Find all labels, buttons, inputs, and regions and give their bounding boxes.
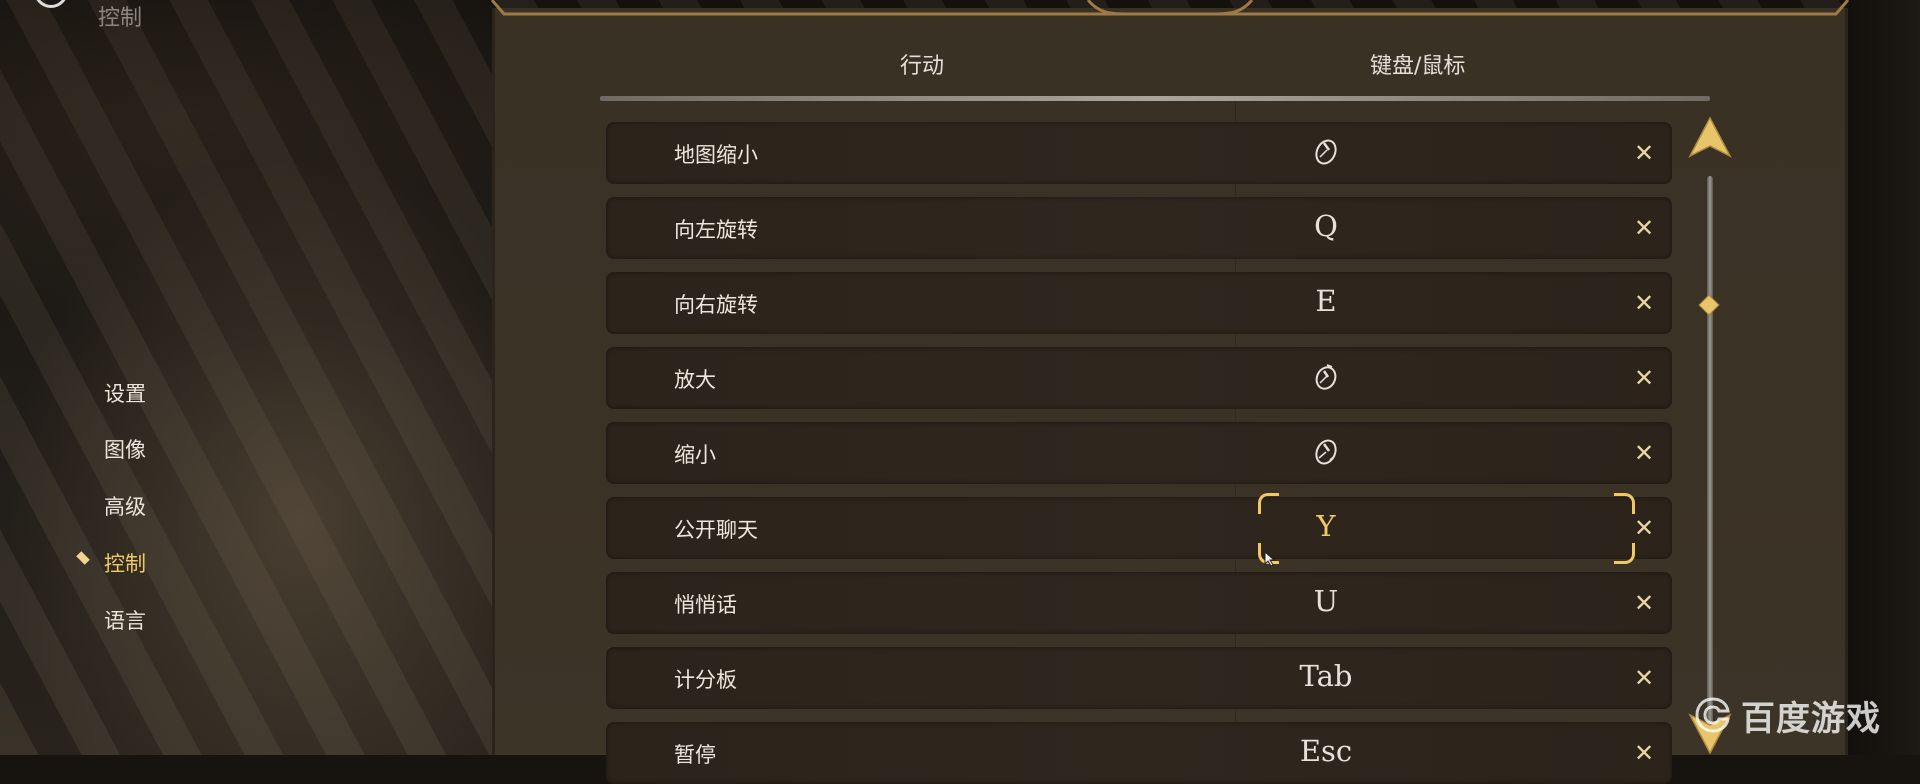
column-header-action: 行动 [900,54,945,79]
keybind-row-pause[interactable]: 暂停 Esc ✕ [606,722,1672,784]
key-label: Tab [1299,659,1353,693]
row-action-label: 向右旋转 [674,293,758,317]
column-header-binding: 键盘/鼠标 [1370,54,1466,79]
clear-binding-button[interactable]: ✕ [1629,663,1659,693]
clear-binding-button[interactable]: ✕ [1629,513,1659,543]
mouse-scroll-icon [1315,139,1337,165]
scrollbar-thumb[interactable] [1698,294,1720,316]
keybind-row-zoom-out[interactable]: 缩小 ✕ [606,422,1672,484]
row-action-label: 悄悄话 [674,593,737,617]
clear-binding-button[interactable]: ✕ [1629,588,1659,618]
keybind-slot[interactable] [1246,422,1406,484]
keybind-row-scoreboard[interactable]: 计分板 Tab ✕ [606,647,1672,709]
clear-binding-button[interactable]: ✕ [1629,363,1659,393]
clear-binding-button[interactable]: ✕ [1629,438,1659,468]
keybind-slot[interactable]: Esc [1246,722,1406,784]
watermark: 百度游戏 [1693,692,1881,739]
row-action-label: 暂停 [674,743,716,767]
watermark-logo-icon [1695,697,1730,733]
clear-binding-button[interactable]: ✕ [1629,213,1659,243]
header-divider [600,96,1710,101]
selection-corner-icon [1258,493,1279,514]
watermark-text: 百度游戏 [1741,698,1881,739]
mouse-scroll-up-icon [1315,364,1337,390]
selection-corner-icon [1614,493,1635,514]
key-label: Y [1316,509,1336,543]
page-title: 控制 [98,6,143,31]
nav-item-advanced[interactable]: 高级 [104,491,146,521]
row-action-label: 地图缩小 [674,143,758,167]
keybind-slot[interactable] [1246,347,1406,409]
key-label: Esc [1299,734,1353,768]
mouse-scroll-down-icon [1315,439,1337,465]
keybind-slot[interactable] [1246,122,1406,184]
keybind-row-rotate-left[interactable]: 向左旋转 Q ✕ [606,197,1672,259]
nav-item-graphics[interactable]: 图像 [104,434,146,464]
keybind-slot[interactable]: Q [1246,197,1406,259]
scroll-up-arrow-icon[interactable] [1688,116,1732,158]
row-action-label: 公开聊天 [674,518,758,542]
nav-item-controls[interactable]: 控制 [104,548,146,578]
keybind-row-rotate-right[interactable]: 向右旋转 E ✕ [606,272,1672,334]
row-action-label: 放大 [674,368,716,392]
selection-corner-icon [1614,543,1635,564]
row-action-label: 向左旋转 [674,218,758,242]
keybind-slot[interactable]: Tab [1246,647,1406,709]
row-action-label: 缩小 [674,443,716,467]
keybind-slot[interactable]: E [1246,272,1406,334]
nav-item-language[interactable]: 语言 [104,605,146,635]
nav-item-settings[interactable]: 设置 [104,378,146,408]
background-right-edge [1848,0,1920,755]
clear-binding-button[interactable]: ✕ [1629,738,1659,768]
key-label: U [1313,584,1339,618]
key-label: Q [1314,209,1338,243]
clear-binding-button[interactable]: ✕ [1629,288,1659,318]
clear-binding-button[interactable]: ✕ [1629,138,1659,168]
panel-top-ornament [490,0,1850,16]
row-action-label: 计分板 [674,668,737,692]
keybind-slot[interactable]: U [1246,572,1406,634]
key-label: E [1315,284,1337,318]
keybind-row-map-zoom-out[interactable]: 地图缩小 ✕ [606,122,1672,184]
cursor-icon [1264,551,1276,567]
keybind-row-public-chat[interactable]: 公开聊天 Y ✕ [606,493,1672,567]
keybind-row-zoom-in[interactable]: 放大 ✕ [606,347,1672,409]
keybind-row-whisper[interactable]: 悄悄话 U ✕ [606,572,1672,634]
scrollbar-track[interactable] [1707,176,1713,736]
